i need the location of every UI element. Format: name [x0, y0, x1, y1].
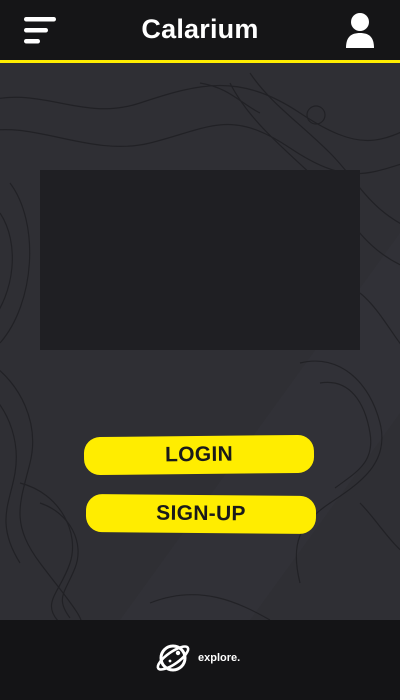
explore-label: explore.: [198, 652, 241, 664]
media-placeholder: [40, 170, 360, 350]
app-footer: explore.: [0, 620, 400, 700]
planet-icon: [156, 644, 190, 672]
app-title-wrap: Calarium: [0, 14, 400, 45]
user-icon[interactable]: [344, 12, 376, 50]
menu-icon[interactable]: [24, 16, 58, 46]
signup-button[interactable]: SIGN-UP: [85, 493, 317, 535]
app-header: Calarium: [0, 0, 400, 63]
app-title: Calarium: [141, 14, 259, 44]
login-button[interactable]: LOGIN: [83, 434, 315, 476]
explore-link[interactable]: explore.: [154, 638, 240, 678]
main-content: LOGIN SIGN-UP: [0, 63, 400, 620]
